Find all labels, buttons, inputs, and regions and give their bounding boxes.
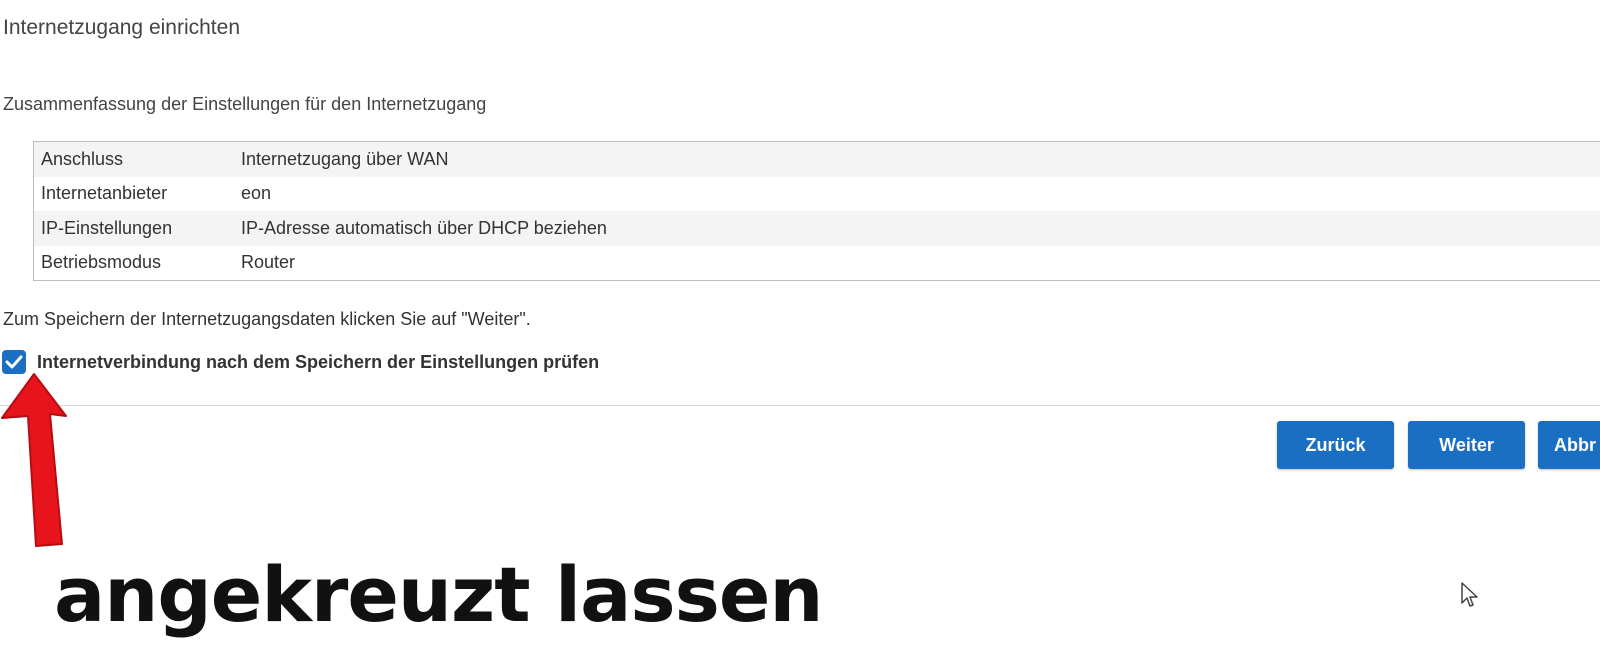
checkmark-icon — [5, 355, 23, 369]
row-label: Anschluss — [41, 148, 124, 169]
row-label: IP-Einstellungen — [41, 217, 173, 238]
table-row: Anschluss Internetzugang über WAN — [34, 142, 1600, 177]
row-label: Internetanbieter — [41, 183, 168, 204]
row-value: Internetzugang über WAN — [241, 148, 449, 169]
cancel-button[interactable]: Abbr — [1538, 421, 1600, 469]
back-button[interactable]: Zurück — [1277, 421, 1394, 469]
table-row: IP-Einstellungen IP-Adresse automatisch … — [34, 211, 1600, 246]
red-arrow-up-icon — [1, 373, 67, 547]
page-title: Internetzugang einrichten — [3, 16, 240, 39]
annotation-text: angekreuzt lassen — [54, 550, 823, 639]
divider — [0, 405, 1600, 406]
next-button[interactable]: Weiter — [1408, 421, 1525, 469]
save-hint-text: Zum Speichern der Internetzugangsdaten k… — [3, 309, 531, 329]
row-value: eon — [241, 183, 272, 204]
check-connection-label[interactable]: Internetverbindung nach dem Speichern de… — [37, 352, 599, 373]
check-connection-option[interactable]: Internetverbindung nach dem Speichern de… — [2, 350, 599, 374]
setup-page: Internetzugang einrichten Zusammenfassun… — [0, 0, 1600, 667]
summary-table: Anschluss Internetzugang über WAN Intern… — [33, 141, 1600, 281]
row-value: IP-Adresse automatisch über DHCP beziehe… — [241, 217, 607, 238]
row-label: Betriebsmodus — [41, 252, 162, 273]
table-row: Internetanbieter eon — [34, 177, 1600, 212]
summary-heading: Zusammenfassung der Einstellungen für de… — [3, 94, 487, 114]
table-row: Betriebsmodus Router — [34, 246, 1600, 281]
mouse-pointer-icon — [1461, 582, 1478, 607]
row-value: Router — [241, 252, 296, 273]
